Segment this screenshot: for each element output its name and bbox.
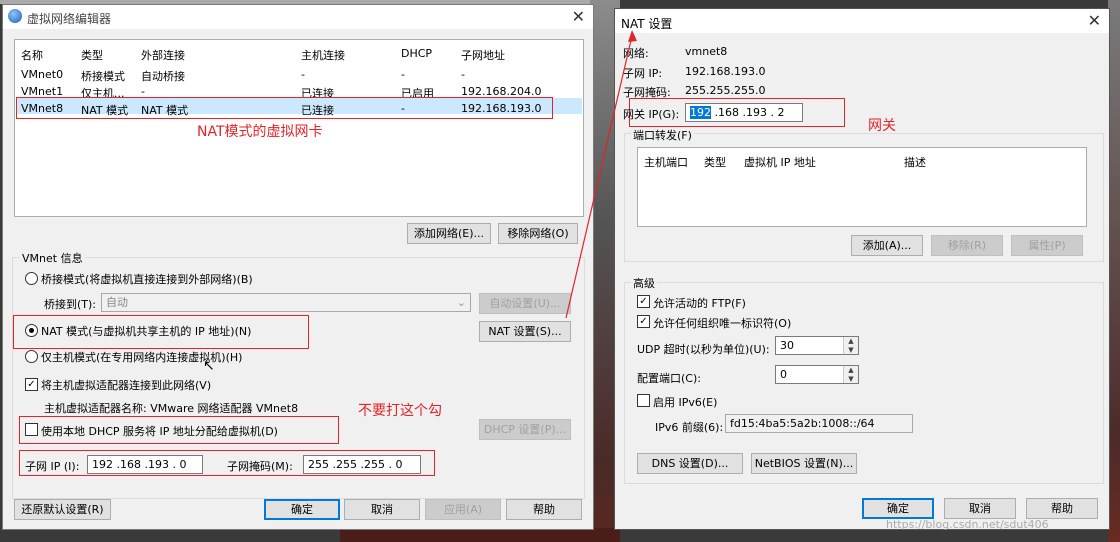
nat-cancel-button[interactable]: 取消 [944, 498, 1016, 519]
add-port-button[interactable]: 添加(A)... [851, 235, 923, 256]
connect-adapter-checkbox[interactable]: ✓ [25, 378, 38, 391]
apply-button[interactable]: 应用(A) [425, 499, 501, 520]
gateway-rest: .168 .193 . 2 [711, 106, 785, 119]
network-value: vmnet8 [685, 45, 728, 58]
spin-arrows-icon[interactable]: ▲ ▼ [843, 337, 858, 354]
nat-subnet-ip-value: 192.168.193.0 [685, 65, 766, 78]
gateway-ip-input[interactable]: 192 .168 .193 . 2 [685, 103, 803, 122]
use-dhcp-label[interactable]: 使用本地 DHCP 服务将 IP 地址分配给虚拟机(D) [41, 423, 278, 439]
nat-subnet-mask-value: 255.255.255.0 [685, 84, 766, 97]
use-dhcp-checkbox[interactable] [25, 423, 38, 436]
nat-mode-radio[interactable] [25, 324, 38, 337]
subnet-mask-label: 子网掩码(M): [227, 460, 293, 473]
title-bar: 虚拟网络编辑器 ✕ [3, 5, 593, 29]
bridge-to-value: 自动 [106, 296, 128, 309]
gateway-label: 网关 IP(G): [623, 108, 680, 121]
gateway-annotation: 网关 [868, 118, 896, 134]
allow-ftp-label[interactable]: 允许活动的 FTP(F) [653, 295, 746, 311]
cell-external: 自动桥接 [141, 70, 185, 83]
port-properties-button[interactable]: 属性(P) [1011, 235, 1083, 256]
title-bar: NAT 设置 ✕ [615, 9, 1109, 33]
vmnet-info-label: VMnet 信息 [20, 250, 85, 266]
pf-col-desc[interactable]: 描述 [904, 154, 926, 170]
subnet-ip-input[interactable]: 192 .168 .193 . 0 [87, 455, 203, 474]
gateway-first-octet: 192 [690, 106, 711, 119]
nat-mode-label[interactable]: NAT 模式(与虚拟机共享主机的 IP 地址)(N) [41, 323, 251, 339]
auto-settings-button[interactable]: 自动设置(U)... [479, 293, 571, 314]
adapter-name-text: 主机虚拟适配器名称: VMware 网络适配器 VMnet8 [44, 402, 299, 415]
nat-settings-window: NAT 设置 ✕ 网络: vmnet8 子网 IP: 192.168.193.0… [614, 8, 1110, 530]
close-icon[interactable]: ✕ [572, 7, 585, 26]
col-subnet-header[interactable]: 子网地址 [461, 47, 505, 63]
network-globe-icon [8, 9, 22, 23]
enable-ipv6-label[interactable]: 启用 IPv6(E) [653, 394, 717, 410]
help-button[interactable]: 帮助 [506, 499, 582, 520]
subnet-mask-input[interactable]: 255 .255 .255 . 0 [303, 455, 421, 474]
config-port-label: 配置端口(C): [637, 372, 701, 385]
allow-ftp-checkbox[interactable]: ✓ [637, 295, 650, 308]
bridge-to-select[interactable]: 自动 ⌄ [101, 293, 471, 312]
remove-network-button[interactable]: 移除网络(O) [498, 223, 578, 244]
ipv6-prefix-label: IPv6 前缀(6): [655, 421, 724, 434]
port-forwarding-list[interactable]: 主机端口 类型 虚拟机 IP 地址 描述 [637, 147, 1087, 227]
dont-check-annotation: 不要打这个勾 [358, 403, 442, 419]
udp-timeout-label: UDP 超时(以秒为单位)(U): [637, 343, 770, 356]
host-only-radio[interactable] [25, 350, 38, 363]
chevron-down-icon: ⌄ [456, 296, 466, 309]
config-port-input[interactable]: 0 ▲ ▼ [775, 365, 859, 384]
watermark: https://blog.csdn.net/sdut406 [886, 518, 1049, 531]
col-external-header[interactable]: 外部连接 [141, 47, 185, 63]
col-dhcp-header[interactable]: DHCP [401, 47, 432, 60]
pf-col-host-port[interactable]: 主机端口 [644, 154, 688, 170]
bridge-mode-label[interactable]: 桥接模式(将虚拟机直接连接到外部网络)(B) [41, 271, 253, 287]
nat-adapter-annotation: NAT模式的虚拟网卡 [197, 124, 323, 140]
cell-dhcp: - [401, 68, 405, 81]
restore-defaults-button[interactable]: 还原默认设置(R) [14, 499, 111, 520]
network-label: 网络: [623, 47, 649, 60]
enable-ipv6-checkbox[interactable] [637, 394, 650, 407]
vmnet8-highlight-box [16, 97, 553, 119]
netbios-settings-button[interactable]: NetBIOS 设置(N)... [751, 453, 857, 474]
port-forwarding-label: 端口转发(F) [631, 127, 694, 143]
cell-name: VMnet0 [21, 68, 64, 81]
nat-ok-button[interactable]: 确定 [862, 498, 934, 519]
dhcp-settings-button[interactable]: DHCP 设置(P)... [479, 419, 571, 440]
virtual-network-editor-window: 虚拟网络编辑器 ✕ 名称 类型 外部连接 主机连接 DHCP 子网地址 VMne… [2, 4, 594, 530]
config-port-value: 0 [780, 368, 787, 381]
window-title: NAT 设置 [621, 17, 673, 31]
remove-port-button[interactable]: 移除(R) [931, 235, 1003, 256]
cell-type: 桥接模式 [81, 70, 125, 83]
subnet-ip-label: 子网 IP (I): [25, 460, 80, 473]
allow-uid-checkbox[interactable]: ✓ [637, 315, 650, 328]
pf-col-vm-ip[interactable]: 虚拟机 IP 地址 [744, 154, 816, 170]
ok-button[interactable]: 确定 [264, 499, 340, 520]
allow-uid-label[interactable]: 允许任何组织唯一标识符(O) [653, 315, 791, 331]
network-list[interactable]: 名称 类型 外部连接 主机连接 DHCP 子网地址 VMnet0 桥接模式 自动… [14, 39, 584, 217]
cell-subnet: - [461, 68, 465, 81]
nat-settings-button[interactable]: NAT 设置(S)... [479, 321, 571, 342]
udp-timeout-input[interactable]: 30 ▲ ▼ [775, 336, 859, 355]
nat-subnet-ip-label: 子网 IP: [623, 67, 663, 80]
bridge-to-label: 桥接到(T): [44, 298, 97, 311]
col-type-header[interactable]: 类型 [81, 47, 103, 63]
udp-timeout-value: 30 [780, 339, 794, 352]
close-icon[interactable]: ✕ [1088, 11, 1101, 30]
cancel-button[interactable]: 取消 [344, 499, 420, 520]
col-host-header[interactable]: 主机连接 [301, 47, 345, 63]
col-name-header[interactable]: 名称 [21, 47, 43, 63]
bridge-mode-radio[interactable] [25, 272, 38, 285]
mouse-cursor-icon: ↖ [203, 358, 215, 374]
nat-help-button[interactable]: 帮助 [1026, 498, 1098, 519]
add-network-button[interactable]: 添加网络(E)... [407, 223, 491, 244]
cell-host: - [301, 68, 305, 81]
connect-adapter-label[interactable]: 将主机虚拟适配器连接到此网络(V) [41, 377, 211, 393]
ipv6-prefix-input[interactable]: fd15:4ba5:5a2b:1008::/64 [725, 414, 913, 433]
advanced-label: 高级 [631, 275, 657, 291]
window-title: 虚拟网络编辑器 [27, 12, 112, 26]
spin-arrows-icon[interactable]: ▲ ▼ [843, 366, 858, 383]
dns-settings-button[interactable]: DNS 设置(D)... [637, 453, 743, 474]
pf-col-type[interactable]: 类型 [704, 154, 726, 170]
